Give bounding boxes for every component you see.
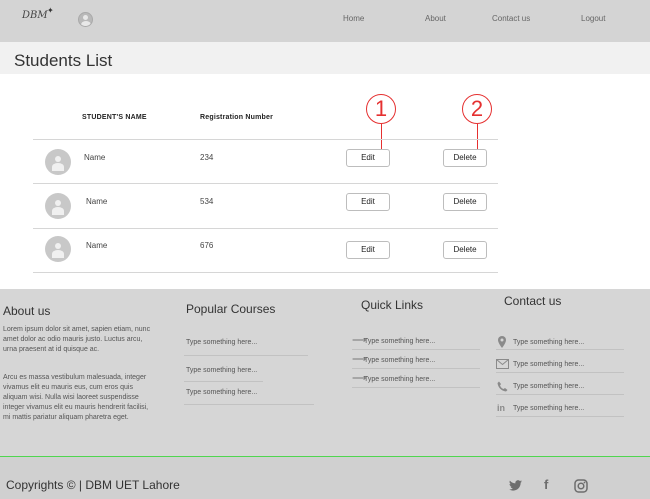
delete-button[interactable]: Delete <box>443 193 487 211</box>
footer-divider <box>496 349 624 350</box>
student-avatar-icon <box>45 193 71 219</box>
student-avatar-icon <box>45 236 71 262</box>
footer-divider <box>496 416 624 417</box>
footer-courses-title: Popular Courses <box>186 302 276 316</box>
callout-1: 1 <box>366 94 396 124</box>
registration-number: 676 <box>200 241 214 250</box>
nav-logout-link[interactable]: Logout <box>581 14 605 23</box>
footer-divider <box>352 349 480 350</box>
nav-about-link[interactable]: About <box>425 14 446 23</box>
contact-item: Type something here... <box>513 361 585 368</box>
footer-contact-title: Contact us <box>504 294 562 308</box>
delete-button[interactable]: Delete <box>443 149 487 167</box>
column-header-name: STUDENT'S NAME <box>82 114 147 121</box>
quick-link[interactable]: Type something here... <box>364 357 435 364</box>
course-link[interactable]: Type something here... <box>186 389 257 396</box>
registration-number: 534 <box>200 197 214 206</box>
top-nav: DBM ✦ Home About Contact us Logout <box>0 0 650 42</box>
course-link[interactable]: Type something here... <box>186 367 257 374</box>
footer-divider <box>352 387 480 388</box>
row-divider <box>33 139 498 140</box>
page-title: Students List <box>14 51 113 70</box>
row-divider <box>33 228 498 229</box>
registration-number: 234 <box>200 153 214 162</box>
footer-divider <box>352 368 480 369</box>
copyright-text: Copyrights © | DBM UET Lahore <box>6 478 180 492</box>
edit-button[interactable]: Edit <box>346 193 390 211</box>
contact-item: Type something here... <box>513 405 585 412</box>
delete-button[interactable]: Delete <box>443 241 487 259</box>
footer-quicklinks-title: Quick Links <box>361 298 424 312</box>
logo[interactable]: DBM <box>22 10 48 21</box>
student-avatar-icon <box>45 149 71 175</box>
row-divider <box>33 272 498 273</box>
footer-about-text: Arcu es massa vestibulum malesuada, inte… <box>3 374 149 421</box>
column-header-registration: Registration Number <box>200 114 274 121</box>
student-name: Name <box>84 153 106 162</box>
contact-item: Type something here... <box>513 383 585 390</box>
instagram-icon[interactable] <box>574 479 588 493</box>
nav-contact-link[interactable]: Contact us <box>492 14 530 23</box>
footer-divider <box>184 355 308 356</box>
location-icon <box>498 336 506 348</box>
edit-button[interactable]: Edit <box>346 149 390 167</box>
facebook-icon[interactable]: f <box>544 477 548 492</box>
footer-about-title: About us <box>3 304 51 318</box>
footer-divider <box>496 372 624 373</box>
student-name: Name <box>86 197 108 206</box>
quick-link[interactable]: Type something here... <box>364 376 435 383</box>
footer-about-text: Lorem ipsum dolor sit amet, sapien etiam… <box>3 326 151 353</box>
logo-star-icon: ✦ <box>47 6 54 15</box>
user-avatar-icon[interactable] <box>78 12 93 27</box>
footer: About us Lorem ipsum dolor sit amet, sap… <box>0 289 650 456</box>
nav-home-link[interactable]: Home <box>343 14 364 23</box>
row-divider <box>33 183 498 184</box>
linkedin-icon[interactable]: in <box>497 403 505 413</box>
contact-item: Type something here... <box>513 339 585 346</box>
student-name: Name <box>86 241 108 250</box>
edit-button[interactable]: Edit <box>346 241 390 259</box>
phone-icon <box>497 381 508 392</box>
quick-link[interactable]: Type something here... <box>364 338 435 345</box>
page-header: Students List <box>0 42 650 74</box>
twitter-icon[interactable] <box>509 480 522 491</box>
footer-divider <box>184 404 314 405</box>
callout-2: 2 <box>462 94 492 124</box>
copyright-bar: Copyrights © | DBM UET Lahore f <box>0 456 650 499</box>
mail-icon <box>496 359 509 369</box>
footer-divider <box>184 381 263 382</box>
footer-divider <box>496 394 624 395</box>
course-link[interactable]: Type something here... <box>186 339 257 346</box>
